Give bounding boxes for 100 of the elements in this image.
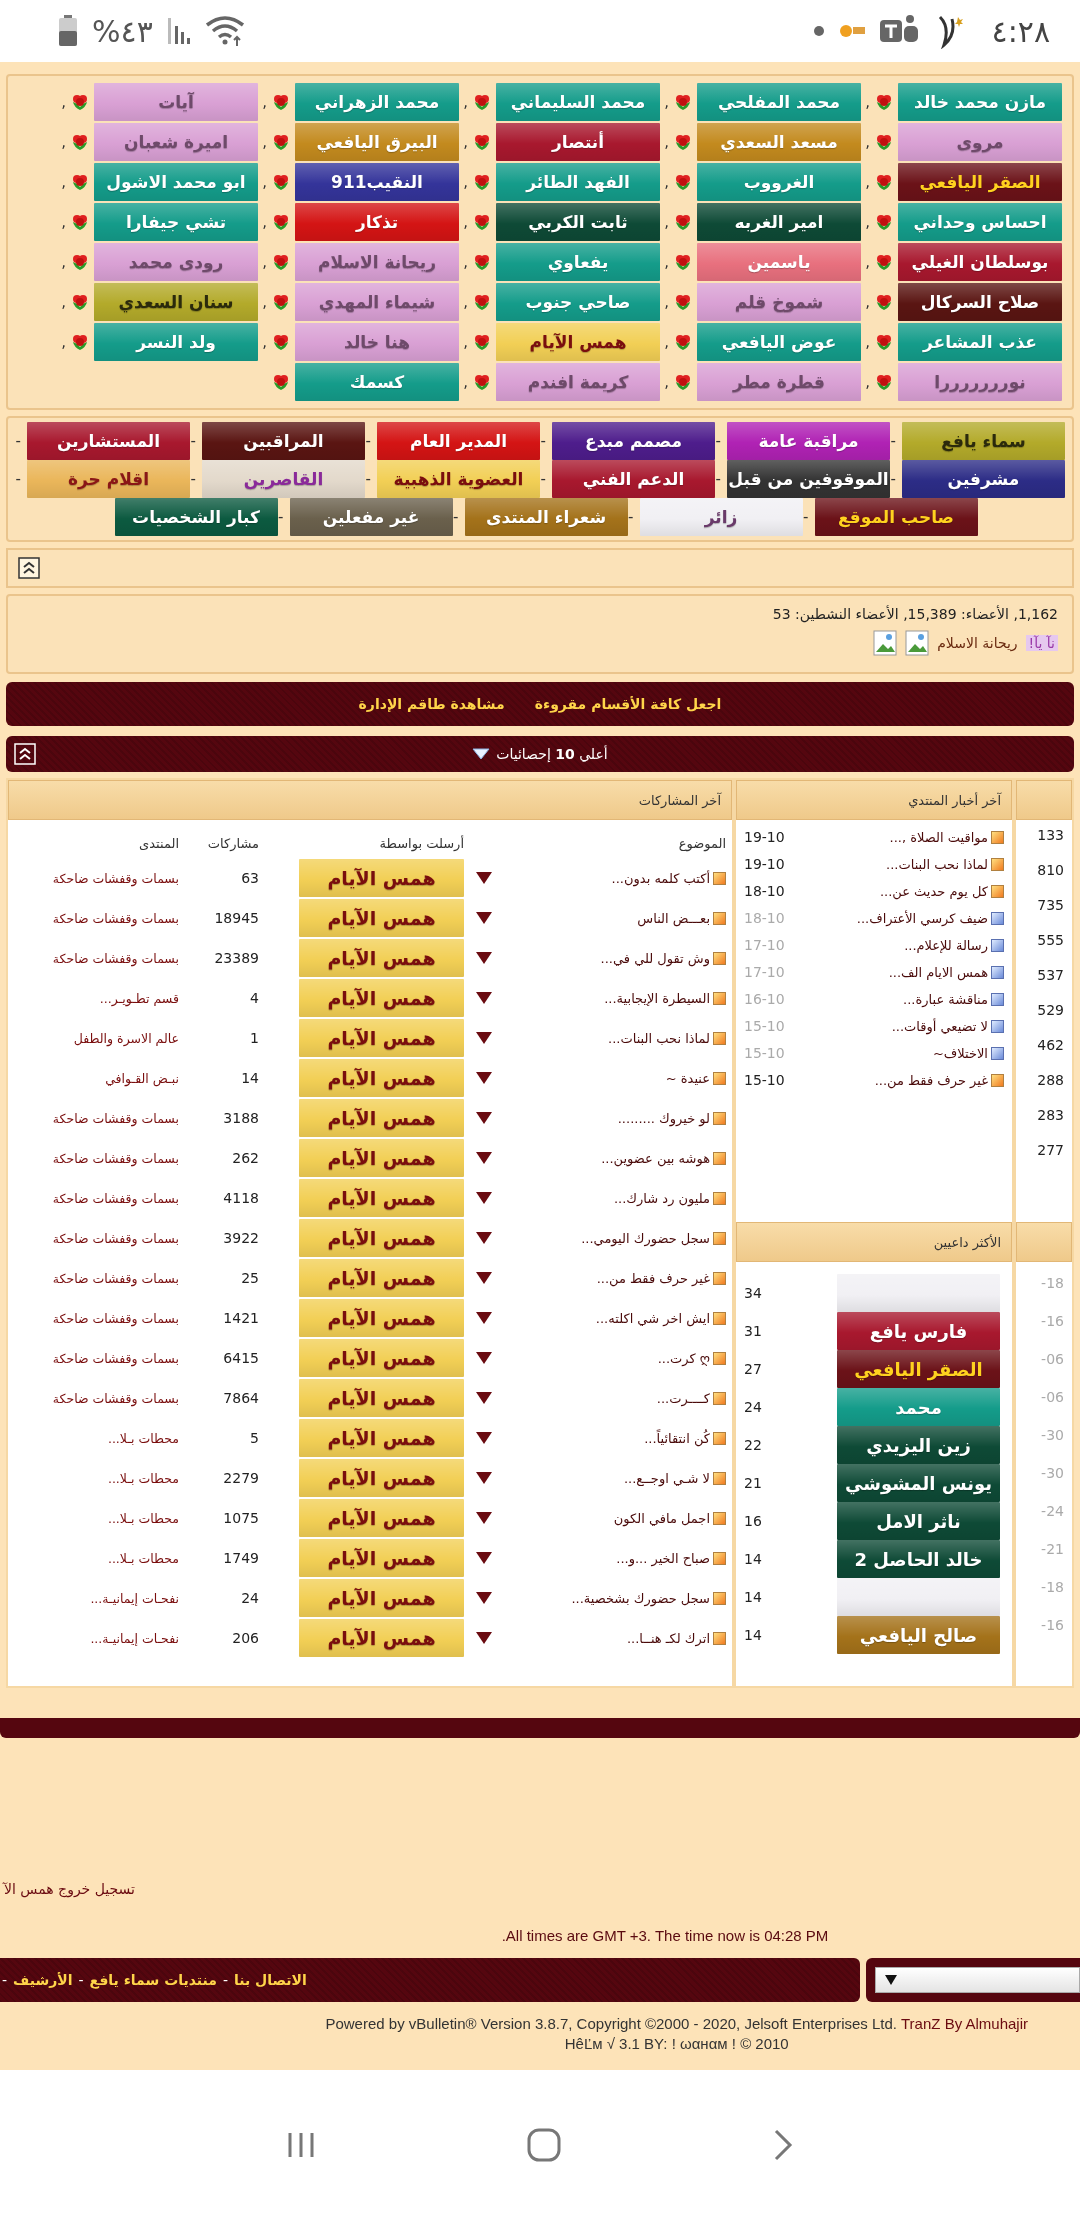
username-badge[interactable]: همس الآيام	[299, 1139, 464, 1177]
caret-icon[interactable]	[475, 951, 493, 965]
username-badge[interactable]: همس الآيام	[299, 1579, 464, 1617]
username-badge[interactable]: همس الآيام	[299, 1379, 464, 1417]
topic-link[interactable]: بعـــض الناس	[637, 910, 710, 926]
topic-link[interactable]: أكتب كلمه بدون...	[611, 870, 710, 886]
news-link[interactable]: الاختلاف~	[932, 1045, 988, 1061]
topic-link[interactable]: هوشه بين عضوين...	[601, 1150, 710, 1166]
topic-link[interactable]: سجل حضورك بشخصية...	[571, 1590, 710, 1606]
username-badge[interactable]: همس الآيام	[299, 979, 464, 1017]
caret-icon[interactable]	[475, 1631, 493, 1645]
username-badge[interactable]: سنان السعدي	[94, 283, 258, 321]
username-badge[interactable]: زين اليزيدي	[837, 1426, 1000, 1464]
logout-link[interactable]: تسجيل خروج همس الآ	[4, 1881, 135, 1897]
credit-link[interactable]: TranZ By Almuhajir	[901, 2015, 1028, 2032]
usergroup-badge[interactable]: صاحب الموقع	[814, 498, 978, 536]
forum-link[interactable]: بسمات وقفشات ضاحكة	[8, 1230, 179, 1246]
usergroup-badge[interactable]: كبار الشخصيات	[114, 498, 278, 536]
username-badge[interactable]: ناثر الامل	[837, 1502, 1000, 1540]
topic-link[interactable]: سجل حضورك اليومي...	[581, 1230, 710, 1246]
username-link[interactable]: نآ يآ!	[1025, 635, 1058, 651]
news-link[interactable]: مناقشة عبارة...	[903, 991, 988, 1007]
home-icon[interactable]	[527, 2128, 561, 2162]
username-badge[interactable]: همس الآيام	[299, 1459, 464, 1497]
caret-icon[interactable]	[475, 1071, 493, 1085]
forum-link[interactable]: بسمات وقفشات ضاحكة	[8, 1390, 179, 1406]
usergroup-badge[interactable]: غير مفعلين	[289, 498, 453, 536]
caret-icon[interactable]	[475, 871, 493, 885]
username-badge[interactable]: الصقر اليافعي	[837, 1350, 1000, 1388]
usergroup-badge[interactable]: مراقبة عامة	[727, 422, 890, 460]
username-link[interactable]: ريحانة الاسلام	[937, 635, 1018, 651]
forum-link[interactable]: بسمات وقفشات ضاحكة	[8, 1270, 179, 1286]
news-link[interactable]: لا تضيعي أوقات...	[891, 1018, 988, 1034]
username-badge[interactable]: امير الغربه	[697, 203, 861, 241]
forum-link[interactable]: قسم تطـويـر...	[8, 990, 179, 1006]
forum-link[interactable]: بسمات وقفشات ضاحكة	[8, 1190, 179, 1206]
news-link[interactable]: مواقيت الصلاة ,...	[889, 829, 988, 845]
username-badge[interactable]: عوض اليافعي	[697, 323, 861, 361]
news-link[interactable]: ضيف كرسي الأعتراف...	[856, 910, 988, 926]
caret-icon[interactable]	[475, 1311, 493, 1325]
username-badge[interactable]: صلاح السركال	[898, 283, 1062, 321]
usergroup-badge[interactable]: شعراء المنتدى	[464, 498, 628, 536]
topic-link[interactable]: غير حرف فقط من...	[596, 1270, 710, 1286]
news-link[interactable]: همس الايام الف...	[888, 964, 988, 980]
forum-link[interactable]: بسمات وقفشات ضاحكة	[8, 1310, 179, 1326]
username-badge[interactable]: همس الآيام	[299, 1499, 464, 1537]
topic-link[interactable]: لماذا نحب البنات...	[608, 1030, 710, 1046]
username-badge[interactable]: همس الآيام	[299, 1339, 464, 1377]
username-badge[interactable]: همس الآيام	[299, 939, 464, 977]
forum-link[interactable]: بسمات وقفشات ضاحكة	[8, 870, 179, 886]
caret-icon[interactable]	[475, 1511, 493, 1525]
topic-link[interactable]: كــــرت...	[656, 1390, 710, 1406]
username-badge[interactable]: ثابت الكربي	[496, 203, 660, 241]
forum-link[interactable]: بسمات وقفشات ضاحكة	[8, 1350, 179, 1366]
forum-link[interactable]: محطات بـلا...	[8, 1430, 179, 1446]
topic-link[interactable]: كُن انتقائياً...	[644, 1430, 710, 1446]
caret-icon[interactable]	[475, 1591, 493, 1605]
username-badge[interactable]: همس الآيام	[299, 859, 464, 897]
username-badge[interactable]: خالد الحاصل 2	[837, 1540, 1000, 1578]
usergroup-badge[interactable]: مشرفين	[902, 460, 1065, 498]
topic-link[interactable]: صباح الخير ...و...	[616, 1550, 710, 1566]
username-badge[interactable]: همس الآيام	[299, 1059, 464, 1097]
caret-icon[interactable]	[475, 1031, 493, 1045]
news-link[interactable]: رسالة للإعلام...	[904, 937, 988, 953]
username-badge[interactable]: همس الآيام	[299, 1259, 464, 1297]
usergroup-badge[interactable]: سماء يافع	[902, 422, 1065, 460]
caret-icon[interactable]	[475, 1271, 493, 1285]
username-badge[interactable]: همس الآيام	[299, 1299, 464, 1337]
username-badge[interactable]: الصقر اليافعي	[898, 163, 1062, 201]
topic-link[interactable]: وش تقول للي في...	[600, 950, 710, 966]
username-badge[interactable]: تشي جيفارا	[94, 203, 258, 241]
forum-link[interactable]: محطات بـلا...	[8, 1550, 179, 1566]
caret-icon[interactable]	[475, 1471, 493, 1485]
news-link[interactable]: كل يوم حديث عن...	[879, 883, 988, 899]
topic-link[interactable]: لو خيروك .........	[617, 1110, 710, 1126]
caret-icon[interactable]	[475, 1431, 493, 1445]
username-badge[interactable]: بوسلطان الغيلي	[898, 243, 1062, 281]
username-badge[interactable]: همس الآيام	[299, 1619, 464, 1657]
caret-icon[interactable]	[475, 991, 493, 1005]
topic-link[interactable]: اترك لكـ هنــا...	[626, 1630, 710, 1646]
username-badge[interactable]: أنتصار	[496, 123, 660, 161]
username-badge[interactable]: همس الآيام	[299, 899, 464, 937]
action-link[interactable]: مشاهدة طاقم الإدارة	[358, 696, 505, 712]
username-badge[interactable]: همس الآيام	[299, 1539, 464, 1577]
caret-icon[interactable]	[475, 1151, 493, 1165]
caret-icon[interactable]	[475, 1111, 493, 1125]
username-badge[interactable]: همس الآيام	[299, 1179, 464, 1217]
forum-link[interactable]: بسمات وقفشات ضاحكة	[8, 1110, 179, 1126]
caret-icon[interactable]	[475, 1391, 493, 1405]
usergroup-badge[interactable]: الموقوفين من قبل	[727, 460, 890, 498]
topic-link[interactable]: اجمل مافي الكون	[613, 1510, 710, 1526]
forum-link[interactable]: نفحـات إيمانيـة...	[8, 1630, 179, 1646]
username-badge[interactable]: همس الآيام	[496, 323, 660, 361]
forum-link[interactable]: محطات بـلا...	[8, 1510, 179, 1526]
usergroup-badge[interactable]: المراقبين	[202, 422, 365, 460]
usergroup-badge[interactable]: المستشارين	[27, 422, 190, 460]
username-badge[interactable]: يونس المشوشي	[837, 1464, 1000, 1502]
username-badge[interactable]: همس الآيام	[299, 1019, 464, 1057]
caret-icon[interactable]	[475, 1351, 493, 1365]
usergroup-badge[interactable]: زائر	[639, 498, 803, 536]
